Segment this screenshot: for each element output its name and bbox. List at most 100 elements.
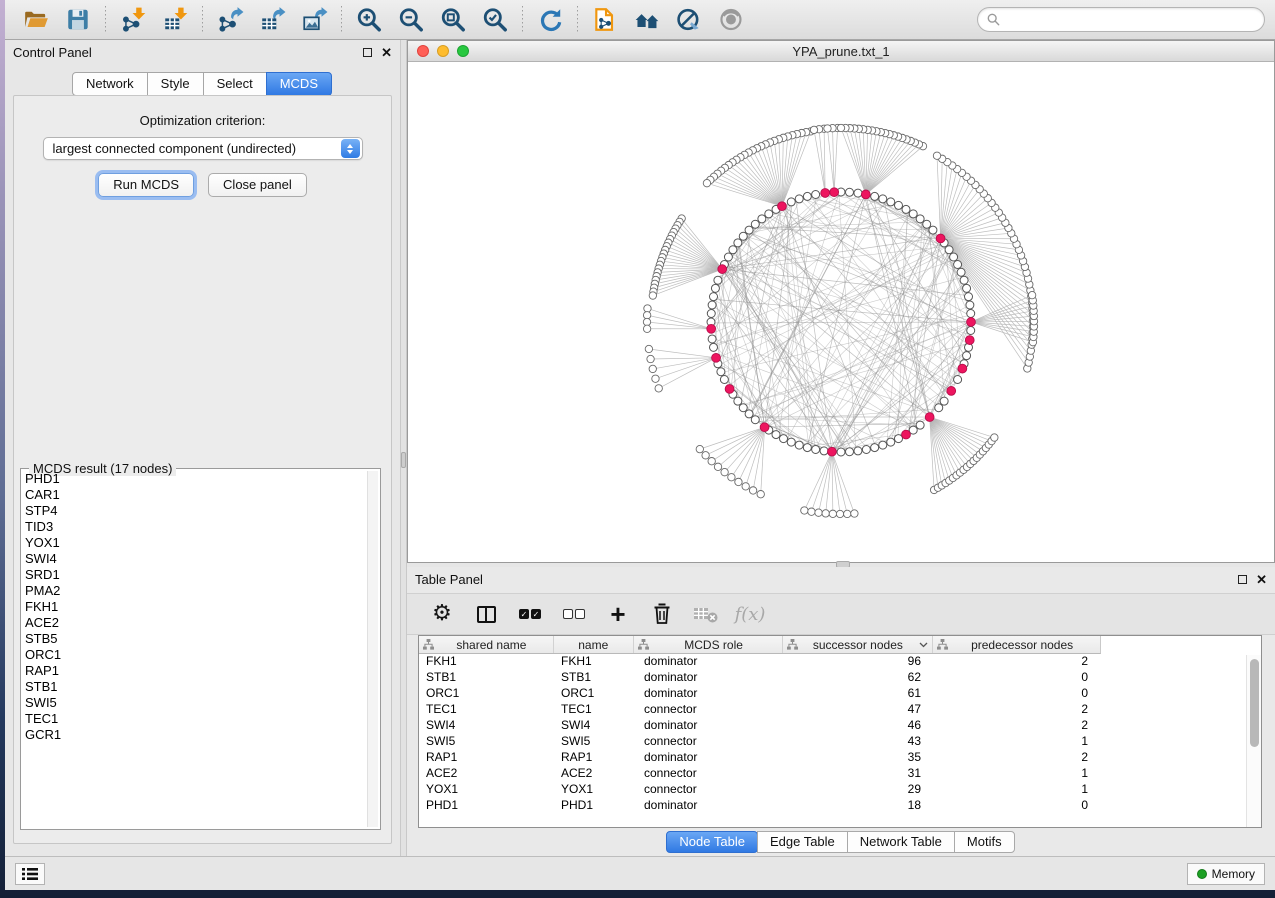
table-cell: 1 <box>934 734 1101 750</box>
column-header-predecessor-nodes[interactable]: predecessor nodes <box>933 636 1100 653</box>
mcds-result-item[interactable]: TID3 <box>25 519 366 535</box>
export-network-icon[interactable] <box>209 3 251 37</box>
close-table-panel-icon[interactable]: ✕ <box>1256 573 1267 586</box>
zoom-out-icon[interactable] <box>390 3 432 37</box>
column-header-successor-nodes[interactable]: successor nodes <box>783 636 933 653</box>
float-table-panel-icon[interactable] <box>1238 575 1247 584</box>
tab-network[interactable]: Network <box>72 72 148 96</box>
search-input[interactable] <box>1000 10 1255 30</box>
mcds-result-item[interactable]: STP4 <box>25 503 366 519</box>
table-scrollbar[interactable] <box>1246 655 1261 827</box>
list-icon <box>21 867 39 881</box>
mcds-result-item[interactable]: STB5 <box>25 631 366 647</box>
vertical-splitter[interactable] <box>400 40 407 856</box>
table-row[interactable]: STB1STB1dominator620 <box>419 670 1261 686</box>
zoom-in-icon[interactable] <box>348 3 390 37</box>
mcds-result-item[interactable]: TEC1 <box>25 711 366 727</box>
task-history-button[interactable] <box>15 863 45 885</box>
table-row[interactable]: RAP1RAP1dominator352 <box>419 750 1261 766</box>
mcds-result-item[interactable]: SWI5 <box>25 695 366 711</box>
zoom-fit-icon[interactable] <box>432 3 474 37</box>
zoom-selected-icon[interactable] <box>474 3 516 37</box>
mcds-result-item[interactable]: SWI4 <box>25 551 366 567</box>
import-table-icon[interactable] <box>154 3 196 37</box>
tab-select[interactable]: Select <box>203 72 267 96</box>
run-mcds-button[interactable]: Run MCDS <box>98 173 194 197</box>
hide-annotations-icon[interactable] <box>668 3 710 37</box>
network-view-window: YPA_prune.txt_1 <box>407 40 1275 563</box>
table-cell: 29 <box>784 782 934 798</box>
float-panel-icon[interactable] <box>363 48 372 57</box>
home-icon[interactable] <box>626 3 668 37</box>
mcds-result-item[interactable]: ACE2 <box>25 615 366 631</box>
table-cell: STB1 <box>419 670 554 686</box>
deselect-all-icon[interactable] <box>557 598 591 630</box>
delete-column-icon[interactable] <box>645 598 679 630</box>
table-cell: RAP1 <box>419 750 554 766</box>
network-canvas[interactable] <box>408 62 1274 562</box>
column-header-name[interactable]: name <box>554 636 634 653</box>
table-row[interactable]: FKH1FKH1dominator962 <box>419 654 1261 670</box>
table-cell: PHD1 <box>554 798 634 814</box>
eye-icon[interactable] <box>710 3 752 37</box>
mcds-result-item[interactable]: SRD1 <box>25 567 366 583</box>
gear-icon[interactable]: ⚙ <box>425 598 459 630</box>
mcds-result-item[interactable]: FKH1 <box>25 599 366 615</box>
network-graph <box>408 62 1274 562</box>
table-row[interactable]: SWI5SWI5connector431 <box>419 734 1261 750</box>
table-row[interactable]: SWI4SWI4dominator462 <box>419 718 1261 734</box>
table-cell: 2 <box>934 718 1101 734</box>
select-all-icon[interactable]: ✓✓ <box>513 598 547 630</box>
table-row[interactable]: YOX1YOX1connector291 <box>419 782 1261 798</box>
table-row[interactable]: ACE2ACE2connector311 <box>419 766 1261 782</box>
mcds-result-item[interactable]: GCR1 <box>25 727 366 743</box>
memory-status-icon <box>1197 869 1207 879</box>
import-network-icon[interactable] <box>112 3 154 37</box>
column-header-MCDS-role[interactable]: MCDS role <box>634 636 784 653</box>
column-header-shared-name[interactable]: shared name <box>419 636 554 653</box>
mcds-result-item[interactable]: ORC1 <box>25 647 366 663</box>
tab-network-table[interactable]: Network Table <box>847 831 955 853</box>
export-image-icon[interactable] <box>293 3 335 37</box>
close-panel-button[interactable]: Close panel <box>208 173 307 197</box>
mcds-result-item[interactable]: STB1 <box>25 679 366 695</box>
mcds-result-item[interactable]: YOX1 <box>25 535 366 551</box>
tab-style[interactable]: Style <box>147 72 204 96</box>
add-column-icon[interactable]: + <box>601 598 635 630</box>
tab-node-table[interactable]: Node Table <box>666 831 758 853</box>
mcds-result-item[interactable]: PMA2 <box>25 583 366 599</box>
table-cell: 2 <box>934 702 1101 718</box>
table-cell: connector <box>634 734 784 750</box>
share-network-icon[interactable] <box>584 3 626 37</box>
cytoscape-window: Control Panel ✕ NetworkStyleSelectMCDS O… <box>5 0 1275 890</box>
table-cell: connector <box>634 782 784 798</box>
table-row[interactable]: ORC1ORC1dominator610 <box>419 686 1261 702</box>
refresh-icon[interactable] <box>529 3 571 37</box>
table-cell: 0 <box>934 670 1101 686</box>
optimization-criterion-select[interactable]: largest connected component (undirected) <box>43 137 363 160</box>
mcds-result-item[interactable]: RAP1 <box>25 663 366 679</box>
save-session-icon[interactable] <box>57 3 99 37</box>
toolbar-separator <box>105 6 106 34</box>
tab-mcds[interactable]: MCDS <box>266 72 332 96</box>
table-cell: SWI5 <box>419 734 554 750</box>
table-panel: Table Panel ✕ ⚙✓✓+ f(x) shared namename … <box>407 567 1275 856</box>
memory-button[interactable]: Memory <box>1187 863 1265 885</box>
search-box <box>977 7 1265 32</box>
table-scrollbar-thumb[interactable] <box>1250 659 1259 747</box>
mcds-result-item[interactable]: PHD1 <box>25 471 366 487</box>
table-cell: STB1 <box>554 670 634 686</box>
mcds-result-item[interactable]: CAR1 <box>25 487 366 503</box>
tab-motifs[interactable]: Motifs <box>954 831 1015 853</box>
close-panel-icon[interactable]: ✕ <box>381 46 392 59</box>
tab-edge-table[interactable]: Edge Table <box>757 831 848 853</box>
open-session-icon[interactable] <box>15 3 57 37</box>
table-row[interactable]: TEC1TEC1connector472 <box>419 702 1261 718</box>
table-row[interactable]: PHD1PHD1dominator180 <box>419 798 1261 814</box>
export-table-icon[interactable] <box>251 3 293 37</box>
mcds-result-scrollbar[interactable] <box>367 471 378 827</box>
memory-label: Memory <box>1212 867 1255 881</box>
vertical-splitter-grip[interactable] <box>401 452 406 468</box>
columns-layout-icon[interactable] <box>469 598 503 630</box>
network-window-titlebar[interactable]: YPA_prune.txt_1 <box>408 41 1274 62</box>
